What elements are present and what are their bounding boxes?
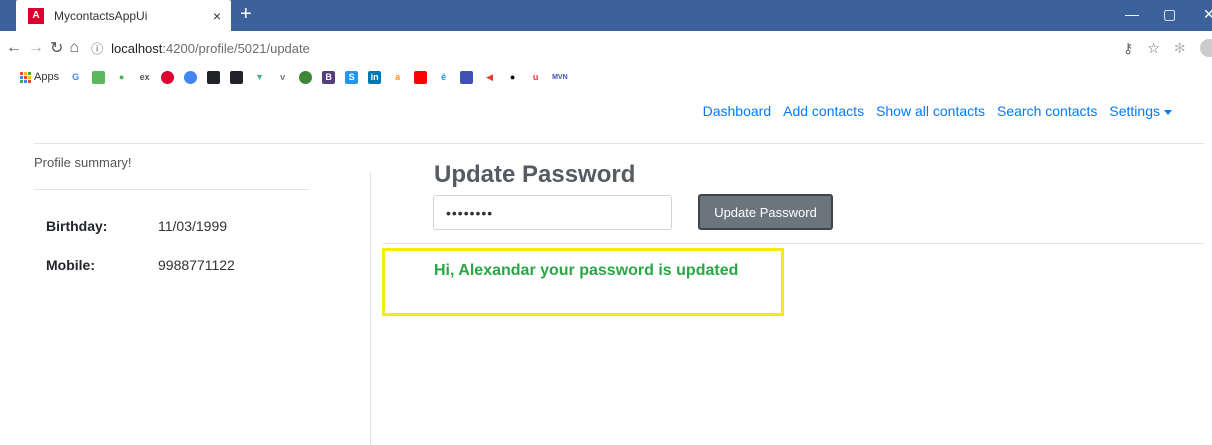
tab-title: MycontactsAppUi (54, 8, 148, 23)
top-divider (34, 143, 1204, 144)
top-nav: Dashboard Add contacts Show all contacts… (703, 103, 1172, 119)
new-tab-button[interactable]: + (240, 4, 252, 24)
amazon-bookmark-icon[interactable]: a (391, 70, 405, 84)
mobile-label: Mobile: (46, 257, 95, 273)
close-tab-icon[interactable]: × (213, 8, 221, 24)
bookmarks-bar: Apps G ● ex ▼ v B S in a ê ◀ ● u MVN (0, 65, 1212, 89)
linkedin-bookmark-icon[interactable]: in (368, 70, 382, 84)
react-bookmark-icon[interactable] (207, 70, 221, 84)
bootstrap-bookmark-icon[interactable]: B (322, 70, 336, 84)
address-bar: ← → ↻ ⌂ ⓘ localhost :4200/profile/5021/u… (0, 31, 1212, 65)
profile-row-mobile: Mobile: 9988771122 (34, 257, 309, 273)
mvn-bookmark-icon[interactable]: MVN (552, 70, 568, 84)
bookmark-translate-icon[interactable]: ê (437, 70, 451, 84)
success-message: Hi, Alexandar your password is updated (434, 262, 739, 279)
sidebar-heading: Profile summary! (34, 155, 309, 190)
apps-grid-icon (20, 71, 31, 83)
angular-favicon-icon: A (28, 7, 44, 24)
apps-label: Apps (34, 71, 60, 83)
v-bookmark-icon[interactable]: v (276, 70, 290, 84)
youtube-bookmark-icon[interactable] (414, 70, 428, 84)
url-input[interactable]: ⓘ localhost :4200/profile/5021/update (91, 36, 1111, 60)
bookmark-green-icon[interactable] (92, 70, 106, 84)
site-info-icon[interactable]: ⓘ (91, 40, 103, 57)
star-icon[interactable]: ☆ (1147, 40, 1160, 57)
home-icon[interactable]: ⌂ (69, 39, 79, 57)
react-bookmark-2-icon[interactable] (230, 70, 244, 84)
password-input[interactable] (433, 195, 672, 230)
udemy-bookmark-icon[interactable]: u (529, 70, 543, 84)
bookmark-blue-square-icon[interactable] (460, 70, 474, 84)
extension-icon[interactable]: ✻ (1174, 40, 1186, 57)
nav-search-contacts[interactable]: Search contacts (997, 103, 1097, 119)
apps-bookmark[interactable]: Apps (20, 71, 59, 83)
forward-icon[interactable]: → (28, 39, 44, 57)
nav-add-contacts[interactable]: Add contacts (783, 103, 864, 119)
browser-tab-bar: A MycontactsAppUi × + — ▢ ✕ (0, 0, 1212, 31)
minimize-window-icon[interactable]: — (1125, 6, 1139, 22)
close-window-icon[interactable]: ✕ (1203, 6, 1212, 23)
update-password-button[interactable]: Update Password (698, 194, 833, 230)
bookmark-blue-circle-icon[interactable] (184, 70, 198, 84)
profile-avatar[interactable] (1199, 39, 1212, 57)
caret-down-icon (1164, 109, 1172, 115)
vue-bookmark-icon[interactable]: ▼ (253, 70, 267, 84)
nav-show-all-contacts[interactable]: Show all contacts (876, 103, 985, 119)
url-path: :4200/profile/5021/update (162, 40, 310, 56)
nav-settings-label: Settings (1109, 103, 1160, 119)
main-divider (382, 243, 1204, 244)
url-host: localhost (111, 40, 163, 56)
google-bookmark-icon[interactable]: G (69, 70, 83, 84)
page-title: Update Password (434, 161, 636, 188)
bookmark-red-arrow-icon[interactable]: ◀ (483, 70, 497, 84)
mobile-value: 9988771122 (158, 257, 235, 273)
profile-summary-sidebar: Profile summary! Birthday: 11/03/1999 Mo… (34, 155, 309, 273)
ex-bookmark-icon[interactable]: ex (138, 70, 152, 84)
maximize-window-icon[interactable]: ▢ (1163, 6, 1176, 23)
highlight-box (382, 248, 784, 316)
reload-icon[interactable]: ↻ (50, 38, 63, 58)
mongodb-bookmark-icon[interactable]: ● (115, 70, 129, 84)
birthday-label: Birthday: (46, 218, 108, 234)
browser-tab[interactable]: A MycontactsAppUi × (16, 0, 231, 31)
nodejs-bookmark-icon[interactable] (299, 70, 313, 84)
s-bookmark-icon[interactable]: S (345, 70, 359, 84)
nav-dashboard[interactable]: Dashboard (703, 103, 772, 119)
angular-bookmark-icon[interactable] (161, 70, 175, 84)
back-icon[interactable]: ← (6, 39, 22, 57)
birthday-value: 11/03/1999 (158, 218, 228, 234)
key-icon[interactable]: ⚷ (1123, 40, 1133, 57)
column-divider (370, 172, 371, 445)
profile-row-birthday: Birthday: 11/03/1999 (34, 218, 309, 234)
github-bookmark-icon[interactable]: ● (506, 70, 520, 84)
nav-settings-dropdown[interactable]: Settings (1109, 103, 1172, 119)
